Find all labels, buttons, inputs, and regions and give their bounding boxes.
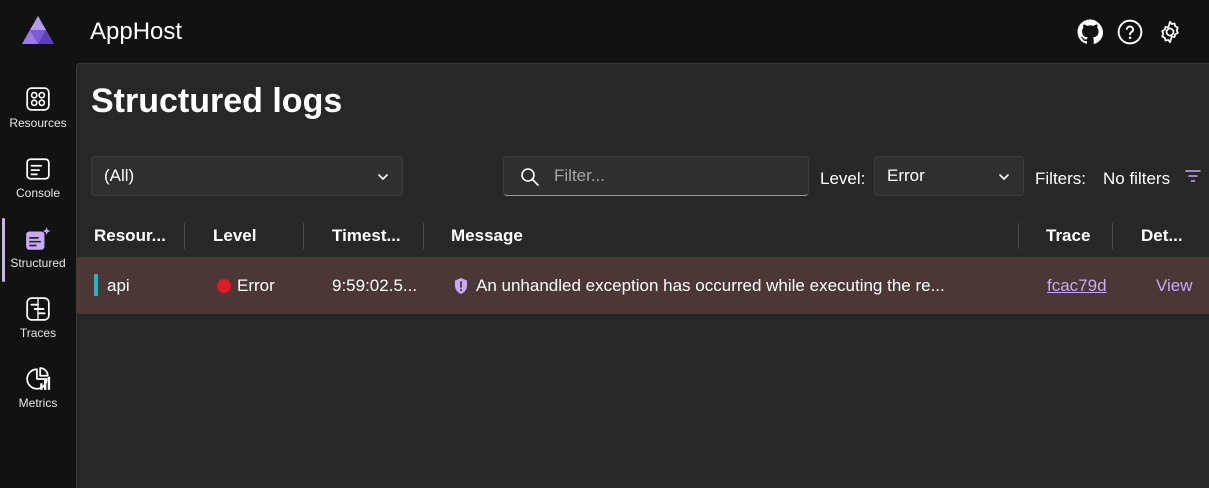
sidebar-item-label: Traces [19,326,57,340]
column-header-message[interactable]: Message [451,226,523,246]
sidebar-nav: Resources Console Structured Traces Metr… [0,64,76,488]
aspire-logo-icon[interactable] [20,14,56,46]
page-title: Structured logs [91,82,343,120]
filter-search-box[interactable] [503,156,809,196]
sidebar-item-label: Metrics [18,396,58,410]
app-title: AppHost [90,18,183,45]
sidebar-item-label: Structured [10,256,66,270]
sidebar-item-label: Resources [9,116,67,130]
help-icon[interactable] [1116,18,1144,46]
cell-level: Error [237,276,275,295]
column-divider[interactable] [1112,223,1113,249]
filter-input[interactable] [554,157,794,195]
trace-link[interactable]: fcac79d [1047,276,1107,296]
error-dot-icon [217,279,231,293]
resource-select[interactable]: (All) [91,156,403,196]
github-icon[interactable] [1076,18,1104,46]
chevron-down-icon [999,174,1009,180]
settings-icon[interactable] [1156,18,1184,46]
sidebar-item-structured[interactable]: Structured [0,214,76,282]
column-header-timestamp[interactable]: Timest... [332,226,401,246]
resource-select-value: (All) [104,166,135,185]
cell-message: An unhandled exception has occurred whil… [476,276,945,295]
level-select-value: Error [887,166,925,185]
resources-icon [26,87,50,111]
table-row[interactable]: api Error 9:59:02.5... An unhandled exce… [77,257,1209,314]
console-icon [26,158,50,180]
column-divider[interactable] [303,223,304,249]
sidebar-item-traces[interactable]: Traces [0,284,76,350]
column-header-resource[interactable]: Resour... [94,226,166,246]
column-divider[interactable] [1018,223,1019,249]
top-header: AppHost [0,0,1209,64]
metrics-icon [26,367,51,390]
structured-icon [26,227,51,250]
column-divider[interactable] [423,223,424,249]
sidebar-item-resources[interactable]: Resources [0,74,76,140]
active-indicator [2,218,5,282]
sidebar-item-console[interactable]: Console [0,144,76,210]
column-divider[interactable] [184,223,185,249]
chevron-down-icon [378,174,388,180]
cell-resource: api [107,276,130,295]
search-icon [521,168,539,186]
exception-icon [455,278,467,294]
cell-timestamp: 9:59:02.5... [332,276,418,295]
filters-value-button[interactable]: No filters [1103,169,1170,189]
main-panel: Structured logs (All) Level: Error Filte… [76,63,1209,488]
level-select[interactable]: Error [874,156,1024,196]
column-header-level[interactable]: Level [213,226,256,246]
column-header-details[interactable]: Det... [1141,226,1183,246]
filter-icon[interactable] [1185,168,1201,184]
column-header-trace[interactable]: Trace [1046,226,1090,246]
sidebar-item-metrics[interactable]: Metrics [0,354,76,420]
view-details-link[interactable]: View [1156,276,1193,296]
traces-icon [26,297,50,321]
filters-label: Filters: [1035,169,1086,188]
level-label: Level: [820,169,866,188]
app-window: AppHost Resources Console Structured Tra… [0,0,1209,488]
sidebar-item-label: Console [15,186,61,200]
resource-color-indicator [94,274,98,296]
